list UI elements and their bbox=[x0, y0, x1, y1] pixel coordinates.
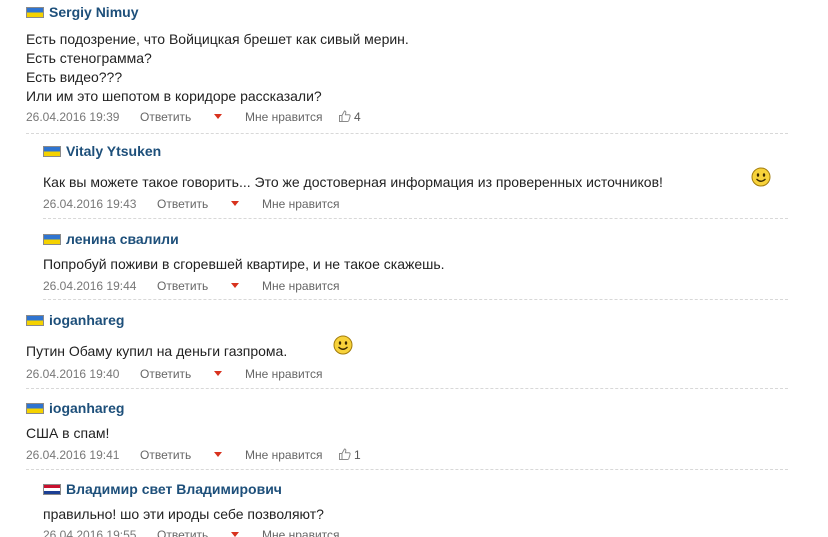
comment-header: ioganhareg bbox=[26, 400, 124, 416]
ukraine-flag-icon bbox=[26, 6, 44, 18]
comment-date: 26.04.2016 19:55 bbox=[43, 528, 137, 537]
comment-text: США в спам! bbox=[26, 424, 109, 443]
caret-down-icon[interactable] bbox=[214, 371, 222, 376]
like-button[interactable]: Мне нравится bbox=[245, 367, 323, 381]
comment-text-line: Как вы можете такое говорить... Это же д… bbox=[43, 174, 663, 190]
like-button[interactable]: Мне нравится bbox=[262, 197, 340, 211]
comment-text-line: Есть стенограмма? bbox=[26, 50, 152, 66]
comment-text: Как вы можете такое говорить... Это же д… bbox=[43, 173, 663, 192]
comment-author[interactable]: Sergiy Nimuy bbox=[49, 4, 138, 20]
comment-text: Путин Обаму купил на деньги газпрома. bbox=[26, 342, 287, 361]
comment-text-line: Есть подозрение, что Войцицкая брешет ка… bbox=[26, 31, 409, 47]
comment-author[interactable]: ленина свалили bbox=[66, 231, 179, 247]
comment-divider bbox=[43, 299, 788, 300]
comment-date: 26.04.2016 19:43 bbox=[43, 197, 137, 211]
comment-header: Sergiy Nimuy bbox=[26, 4, 138, 20]
comment-divider bbox=[26, 469, 788, 470]
comment-text: Попробуй поживи в сгоревшей квартире, и … bbox=[43, 255, 445, 274]
ukraine-flag-icon bbox=[26, 402, 44, 414]
caret-down-icon[interactable] bbox=[214, 452, 222, 457]
like-button[interactable]: Мне нравится bbox=[262, 528, 340, 537]
ukraine-flag-icon bbox=[26, 314, 44, 326]
comment-header: ленина свалили bbox=[43, 231, 179, 247]
comment-divider bbox=[43, 218, 788, 219]
comment-author[interactable]: ioganhareg bbox=[49, 312, 124, 328]
netherlands-flag-icon bbox=[43, 483, 61, 495]
like-count: 1 bbox=[354, 448, 361, 462]
reply-button[interactable]: Ответить bbox=[157, 197, 208, 211]
thumbs-up-icon[interactable] bbox=[338, 447, 352, 461]
comment-text-line: правильно! шо эти ироды себе позволяют? bbox=[43, 506, 324, 522]
comment-header: ioganhareg bbox=[26, 312, 124, 328]
caret-down-icon[interactable] bbox=[231, 283, 239, 288]
comment-divider bbox=[26, 133, 788, 134]
ukraine-flag-icon bbox=[43, 145, 61, 157]
like-count: 4 bbox=[354, 110, 361, 124]
comment-date: 26.04.2016 19:39 bbox=[26, 110, 120, 124]
thumbs-up-icon[interactable] bbox=[338, 109, 352, 123]
comment-text: правильно! шо эти ироды себе позволяют? bbox=[43, 505, 324, 524]
reply-button[interactable]: Ответить bbox=[157, 279, 208, 293]
comment-text: Есть подозрение, что Войцицкая брешет ка… bbox=[26, 30, 409, 106]
comment-author[interactable]: Владимир свет Владимирович bbox=[66, 481, 282, 497]
reply-button[interactable]: Ответить bbox=[140, 367, 191, 381]
comment-header: Владимир свет Владимирович bbox=[43, 481, 282, 497]
reply-button[interactable]: Ответить bbox=[140, 448, 191, 462]
comment-text-line: Есть видео??? bbox=[26, 69, 123, 85]
comment-date: 26.04.2016 19:41 bbox=[26, 448, 120, 462]
caret-down-icon[interactable] bbox=[231, 201, 239, 206]
smiley-icon bbox=[751, 167, 771, 187]
comment-date: 26.04.2016 19:44 bbox=[43, 279, 137, 293]
like-button[interactable]: Мне нравится bbox=[245, 448, 323, 462]
like-button[interactable]: Мне нравится bbox=[245, 110, 323, 124]
comment-divider bbox=[26, 388, 788, 389]
reply-button[interactable]: Ответить bbox=[140, 110, 191, 124]
reply-button[interactable]: Ответить bbox=[157, 528, 208, 537]
comment-text-line: Попробуй поживи в сгоревшей квартире, и … bbox=[43, 256, 445, 272]
comment-text-line: Или им это шепотом в коридоре рассказали… bbox=[26, 88, 322, 104]
comment-author[interactable]: Vitaly Ytsuken bbox=[66, 143, 161, 159]
like-button[interactable]: Мне нравится bbox=[262, 279, 340, 293]
comment-text-line: Путин Обаму купил на деньги газпрома. bbox=[26, 343, 288, 359]
caret-down-icon[interactable] bbox=[231, 532, 239, 537]
caret-down-icon[interactable] bbox=[214, 114, 222, 119]
comment-header: Vitaly Ytsuken bbox=[43, 143, 161, 159]
ukraine-flag-icon bbox=[43, 233, 61, 245]
comment-author[interactable]: ioganhareg bbox=[49, 400, 124, 416]
smiley-icon bbox=[333, 335, 353, 355]
comment-date: 26.04.2016 19:40 bbox=[26, 367, 120, 381]
comment-text-line: США в спам! bbox=[26, 425, 110, 441]
